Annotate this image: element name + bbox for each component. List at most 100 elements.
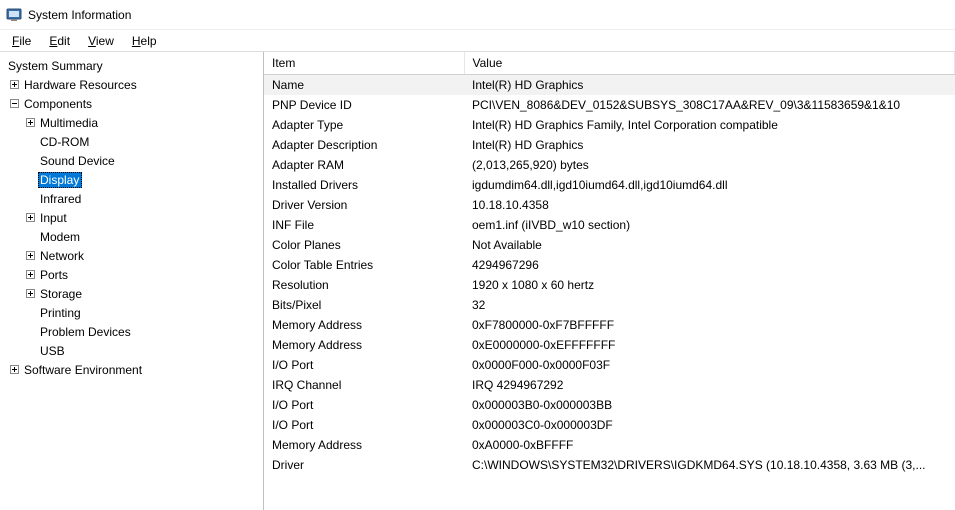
table-row[interactable]: IRQ ChannelIRQ 4294967292 [264,375,955,395]
cell-value: 0x000003C0-0x000003DF [464,415,955,435]
system-information-icon [6,7,22,23]
tree-panel[interactable]: System Summary Hardware Resources Compon… [0,52,264,510]
tree-label: Network [38,248,87,264]
cell-item: Memory Address [264,335,464,355]
tree-label: Modem [38,229,83,245]
tree-multimedia[interactable]: Multimedia [6,113,263,132]
expand-icon[interactable] [6,362,22,378]
tree-label: USB [38,343,68,359]
table-row[interactable]: Bits/Pixel32 [264,295,955,315]
column-header-item[interactable]: Item [264,52,464,75]
tree-modem[interactable]: Modem [6,227,263,246]
tree-usb[interactable]: USB [6,341,263,360]
table-row[interactable]: Adapter DescriptionIntel(R) HD Graphics [264,135,955,155]
cell-item: IRQ Channel [264,375,464,395]
cell-item: Adapter RAM [264,155,464,175]
tree-network[interactable]: Network [6,246,263,265]
menubar: File Edit View Help [0,30,955,52]
expand-icon[interactable] [22,115,38,131]
cell-value: (2,013,265,920) bytes [464,155,955,175]
table-row[interactable]: Memory Address0xF7800000-0xF7BFFFFF [264,315,955,335]
cell-item: Adapter Description [264,135,464,155]
cell-value: 0xF7800000-0xF7BFFFFF [464,315,955,335]
expand-icon[interactable] [22,286,38,302]
expand-icon[interactable] [22,267,38,283]
cell-value: oem1.inf (iIVBD_w10 section) [464,215,955,235]
table-row[interactable]: Driver Version10.18.10.4358 [264,195,955,215]
cell-item: Bits/Pixel [264,295,464,315]
cell-value: 4294967296 [464,255,955,275]
cell-item: I/O Port [264,355,464,375]
cell-item: Color Table Entries [264,255,464,275]
menu-file[interactable]: File [4,32,39,50]
expand-icon[interactable] [22,248,38,264]
cell-value: 32 [464,295,955,315]
tree-display[interactable]: Display [6,170,263,189]
table-row[interactable]: I/O Port0x0000F000-0x0000F03F [264,355,955,375]
cell-value: 0x0000F000-0x0000F03F [464,355,955,375]
cell-value: 0x000003B0-0x000003BB [464,395,955,415]
tree-label: Multimedia [38,115,101,131]
cell-item: INF File [264,215,464,235]
cell-value: Intel(R) HD Graphics [464,135,955,155]
collapse-icon[interactable] [6,96,22,112]
tree-storage[interactable]: Storage [6,284,263,303]
cell-value: 0xE0000000-0xEFFFFFFF [464,335,955,355]
table-row[interactable]: PNP Device IDPCI\VEN_8086&DEV_0152&SUBSY… [264,95,955,115]
cell-item: I/O Port [264,415,464,435]
table-row[interactable]: Color Table Entries4294967296 [264,255,955,275]
table-row[interactable]: Memory Address0xE0000000-0xEFFFFFFF [264,335,955,355]
tree-label: Ports [38,267,71,283]
table-row[interactable]: INF Fileoem1.inf (iIVBD_w10 section) [264,215,955,235]
column-header-value[interactable]: Value [464,52,955,75]
cell-item: Installed Drivers [264,175,464,195]
tree-ports[interactable]: Ports [6,265,263,284]
tree-label: Components [22,96,95,112]
expand-icon[interactable] [22,210,38,226]
cell-value: Not Available [464,235,955,255]
tree-system-summary[interactable]: System Summary [6,56,263,75]
table-row[interactable]: Installed Driversigdumdim64.dll,igd10ium… [264,175,955,195]
content: System Summary Hardware Resources Compon… [0,52,955,510]
cell-value: C:\WINDOWS\SYSTEM32\DRIVERS\IGDKMD64.SYS… [464,455,955,475]
table-row[interactable]: I/O Port0x000003B0-0x000003BB [264,395,955,415]
table-row[interactable]: Adapter RAM(2,013,265,920) bytes [264,155,955,175]
cell-item: Driver Version [264,195,464,215]
cell-item: Color Planes [264,235,464,255]
tree-printing[interactable]: Printing [6,303,263,322]
cell-value: 0xA0000-0xBFFFF [464,435,955,455]
tree-label: Input [38,210,70,226]
menu-file-label: ile [19,34,31,48]
table-row[interactable]: Resolution1920 x 1080 x 60 hertz [264,275,955,295]
table-row[interactable]: Adapter TypeIntel(R) HD Graphics Family,… [264,115,955,135]
expand-icon[interactable] [6,77,22,93]
cell-item: Name [264,75,464,96]
table-row[interactable]: NameIntel(R) HD Graphics [264,75,955,96]
tree-cdrom[interactable]: CD-ROM [6,132,263,151]
tree-components[interactable]: Components [6,94,263,113]
menu-help[interactable]: Help [124,32,165,50]
table-row[interactable]: Memory Address0xA0000-0xBFFFF [264,435,955,455]
tree-infrared[interactable]: Infrared [6,189,263,208]
table-row[interactable]: I/O Port0x000003C0-0x000003DF [264,415,955,435]
tree-sound-device[interactable]: Sound Device [6,151,263,170]
tree-input[interactable]: Input [6,208,263,227]
cell-item: Driver [264,455,464,475]
menu-edit[interactable]: Edit [41,32,78,50]
tree-label: System Summary [6,58,106,74]
cell-value: 1920 x 1080 x 60 hertz [464,275,955,295]
window-title: System Information [28,8,131,22]
details-panel[interactable]: Item Value NameIntel(R) HD GraphicsPNP D… [264,52,955,510]
tree-problem-devices[interactable]: Problem Devices [6,322,263,341]
tree-label: Problem Devices [38,324,134,340]
table-row[interactable]: Color PlanesNot Available [264,235,955,255]
cell-value: igdumdim64.dll,igd10iumd64.dll,igd10iumd… [464,175,955,195]
menu-view[interactable]: View [80,32,122,50]
cell-value: Intel(R) HD Graphics Family, Intel Corpo… [464,115,955,135]
cell-item: Memory Address [264,315,464,335]
tree-label: Infrared [38,191,84,207]
table-row[interactable]: DriverC:\WINDOWS\SYSTEM32\DRIVERS\IGDKMD… [264,455,955,475]
tree-hardware-resources[interactable]: Hardware Resources [6,75,263,94]
cell-value: 10.18.10.4358 [464,195,955,215]
tree-software-environment[interactable]: Software Environment [6,360,263,379]
